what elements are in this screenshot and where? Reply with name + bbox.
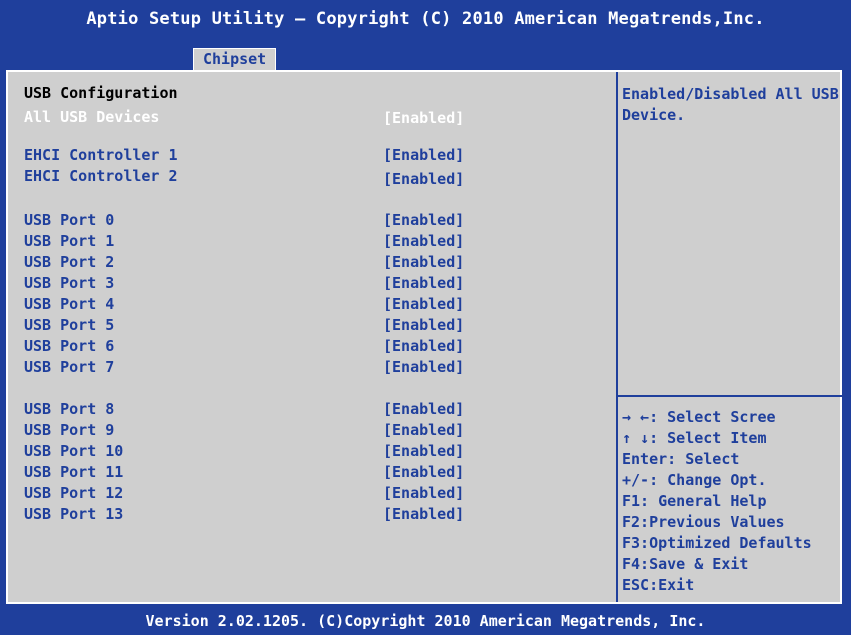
title-bar: Aptio Setup Utility – Copyright (C) 2010…: [0, 0, 851, 44]
help-text: Enabled/Disabled All USB Device.: [622, 85, 839, 124]
setting-value-usb-port-13[interactable]: [Enabled]: [383, 505, 464, 523]
setting-value-usb-port-3[interactable]: [Enabled]: [383, 274, 464, 292]
setting-label-usb-port-7[interactable]: USB Port 7: [24, 358, 114, 376]
setting-value-usb-port-11[interactable]: [Enabled]: [383, 463, 464, 481]
setting-value-usb-port-4[interactable]: [Enabled]: [383, 295, 464, 313]
setting-value-usb-port-5[interactable]: [Enabled]: [383, 316, 464, 334]
key-legend-select-screen: → ←: Select Scree: [622, 408, 776, 426]
setting-label-usb-port-0[interactable]: USB Port 0: [24, 211, 114, 229]
window-title: Aptio Setup Utility – Copyright (C) 2010…: [86, 9, 765, 29]
panel-divider-horizontal: [618, 395, 842, 397]
setting-label-usb-port-5[interactable]: USB Port 5: [24, 316, 114, 334]
setting-value-usb-port-2[interactable]: [Enabled]: [383, 253, 464, 271]
setting-label-usb-port-11[interactable]: USB Port 11: [24, 463, 123, 481]
setting-value-ehci-controller-1[interactable]: [Enabled]: [383, 146, 464, 164]
setting-value-all-usb-devices[interactable]: [Enabled]: [383, 109, 464, 127]
setting-value-usb-port-7[interactable]: [Enabled]: [383, 358, 464, 376]
setting-label-usb-port-13[interactable]: USB Port 13: [24, 505, 123, 523]
setting-label-usb-port-4[interactable]: USB Port 4: [24, 295, 114, 313]
section-heading: USB Configuration: [24, 84, 178, 102]
key-legend-enter: Enter: Select: [622, 450, 740, 468]
key-legend-f2: F2:Previous Values: [622, 513, 785, 531]
setting-value-usb-port-0[interactable]: [Enabled]: [383, 211, 464, 229]
setting-label-ehci-controller-2[interactable]: EHCI Controller 2: [24, 167, 178, 185]
setting-value-usb-port-8[interactable]: [Enabled]: [383, 400, 464, 418]
key-legend-change-opt: +/-: Change Opt.: [622, 471, 767, 489]
tab-chipset[interactable]: Chipset: [193, 48, 277, 70]
setting-label-usb-port-1[interactable]: USB Port 1: [24, 232, 114, 250]
setting-value-ehci-controller-2[interactable]: [Enabled]: [383, 170, 464, 188]
setting-label-usb-port-3[interactable]: USB Port 3: [24, 274, 114, 292]
setting-value-usb-port-12[interactable]: [Enabled]: [383, 484, 464, 502]
key-legend-esc: ESC:Exit: [622, 576, 695, 594]
setting-label-usb-port-6[interactable]: USB Port 6: [24, 337, 114, 355]
setting-value-usb-port-6[interactable]: [Enabled]: [383, 337, 464, 355]
panel-divider-vertical: [616, 72, 618, 602]
setting-label-usb-port-10[interactable]: USB Port 10: [24, 442, 123, 460]
version-footer: Version 2.02.1205. (C)Copyright 2010 Ame…: [0, 608, 851, 635]
setting-value-usb-port-10[interactable]: [Enabled]: [383, 442, 464, 460]
setting-label-all-usb-devices[interactable]: All USB Devices: [24, 108, 159, 126]
main-panel: USB Configuration All USB Devices [Enabl…: [6, 70, 842, 604]
key-legend-select-item: ↑ ↓: Select Item: [622, 429, 767, 447]
key-legend: → ←: Select Scree ↑ ↓: Select Item Enter…: [622, 407, 842, 596]
key-legend-f4: F4:Save & Exit: [622, 555, 749, 573]
setting-label-usb-port-2[interactable]: USB Port 2: [24, 253, 114, 271]
setting-label-ehci-controller-1[interactable]: EHCI Controller 1: [24, 146, 178, 164]
key-legend-f3: F3:Optimized Defaults: [622, 534, 812, 552]
setting-value-usb-port-9[interactable]: [Enabled]: [383, 421, 464, 439]
key-legend-f1: F1: General Help: [622, 492, 767, 510]
setting-label-usb-port-9[interactable]: USB Port 9: [24, 421, 114, 439]
setting-value-usb-port-1[interactable]: [Enabled]: [383, 232, 464, 250]
setting-label-usb-port-12[interactable]: USB Port 12: [24, 484, 123, 502]
setting-label-usb-port-8[interactable]: USB Port 8: [24, 400, 114, 418]
